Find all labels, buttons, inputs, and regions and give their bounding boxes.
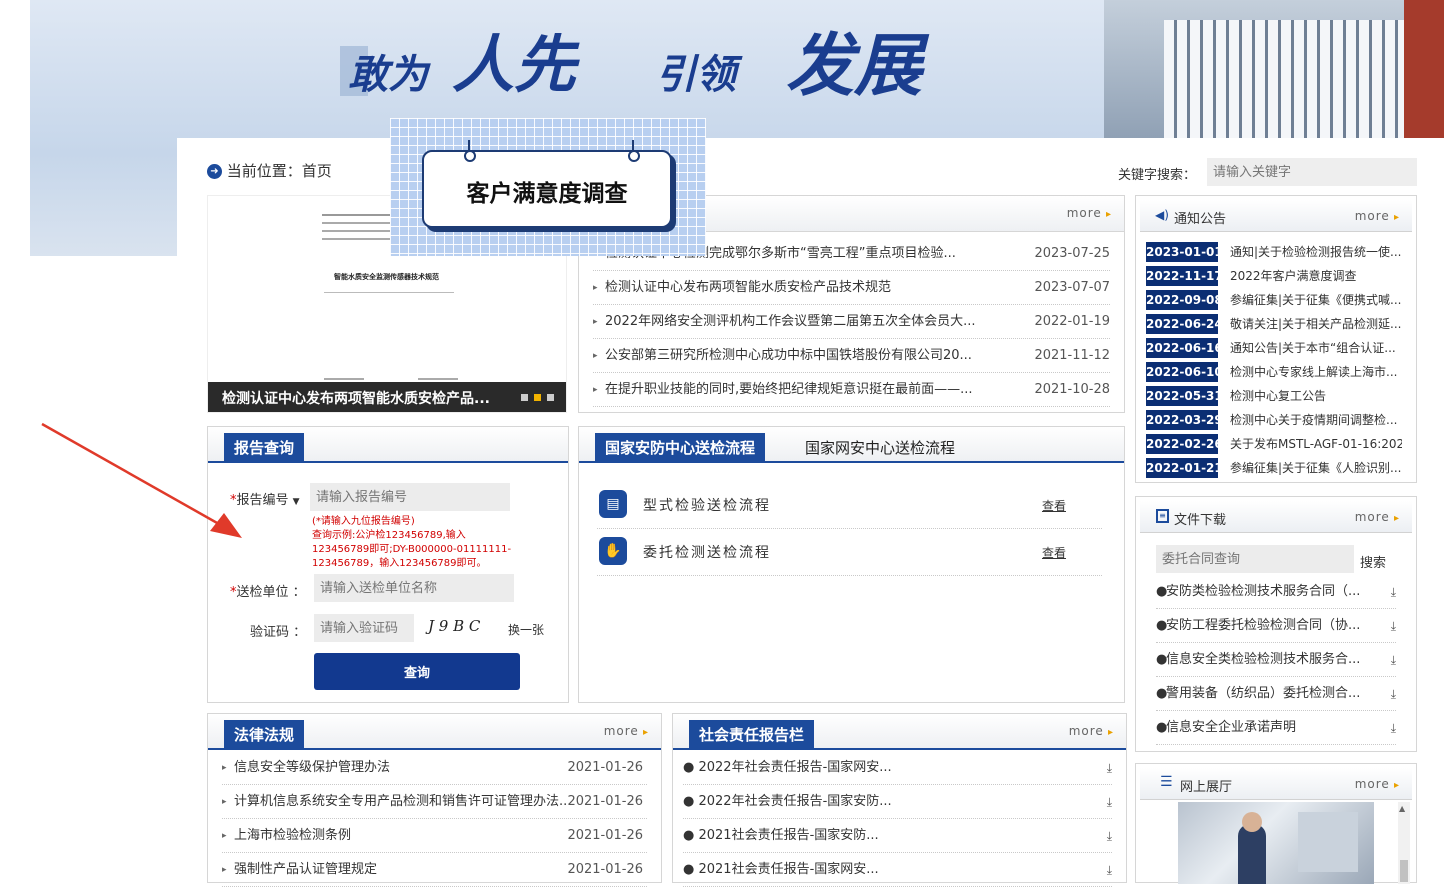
unit-label: *送检单位 ： bbox=[230, 585, 306, 600]
social-item[interactable]: ● 2021社会责任报告-国家安防... ⤓ bbox=[683, 819, 1112, 853]
exhibition-title: 网上展厅 bbox=[1180, 780, 1233, 795]
clipboard-icon: ▤ bbox=[599, 490, 627, 518]
slide-caption[interactable]: 检测认证中心发布两项智能水质安检产品... bbox=[222, 388, 490, 408]
report-submit-button[interactable]: 查询 bbox=[314, 653, 520, 690]
speaker-icon: ◀) bbox=[1155, 208, 1169, 222]
download-item[interactable]: ● 信息安全企业承诺声明 ⤓ bbox=[1156, 711, 1396, 745]
flow-view-link[interactable]: 查看 bbox=[1042, 544, 1066, 561]
flow-item[interactable]: ✋ 委托检测送检流程 查看 bbox=[597, 529, 1102, 576]
slide-dot-2[interactable] bbox=[534, 394, 541, 401]
captcha-refresh-link[interactable]: 换一张 bbox=[508, 621, 544, 638]
law-item[interactable]: 信息安全等级保护管理办法2021-01-26 bbox=[222, 751, 647, 785]
download-icon: ⤓ bbox=[1106, 795, 1112, 809]
slide-caption-bar: 检测认证中心发布两项智能水质安检产品... bbox=[208, 382, 566, 412]
social-item[interactable]: ● 2022年社会责任报告-国家网安... ⤓ bbox=[683, 751, 1112, 785]
notice-panel: ◀) 通知公告 more 2023-01-01通知|关于检验检测报告统一使...… bbox=[1135, 195, 1417, 483]
contract-search-input[interactable] bbox=[1156, 545, 1354, 573]
slide-doc-title: 智能水质安全监测传感器技术规范 bbox=[334, 273, 439, 281]
law-item[interactable]: 上海市检验检测条例2021-01-26 bbox=[222, 819, 647, 853]
download-panel: ≡ 文件下载 more 搜索 ●安防类检验检测技术服务合同（...⤓ ●安防工程… bbox=[1135, 496, 1417, 752]
download-icon: ⤓ bbox=[1390, 687, 1396, 701]
file-icon: ≡ bbox=[1156, 509, 1169, 523]
notice-item[interactable]: 2022-09-08 参编征集|关于征集《便携式喊... bbox=[1146, 290, 1402, 314]
social-title: 社会责任报告栏 bbox=[689, 720, 815, 750]
slogan-word-2: 人先 bbox=[452, 28, 577, 101]
flow-panel: 国家安防中心送检流程 国家网安中心送检流程 ▤ 型式检验送检流程 查看 ✋ 委托… bbox=[578, 426, 1125, 703]
slogan-word-1: 敢为 bbox=[348, 51, 428, 98]
notice-more-link[interactable]: more bbox=[1355, 209, 1400, 223]
location-icon: ➜ bbox=[207, 164, 222, 179]
report-number-input[interactable] bbox=[310, 483, 510, 511]
captcha-image: J 9 B C bbox=[428, 617, 481, 635]
exhibition-panel: ☰ 网上展厅 more ▲ bbox=[1135, 763, 1417, 884]
contract-search-button[interactable]: 搜索 bbox=[1360, 552, 1386, 571]
download-icon: ⤓ bbox=[1106, 829, 1112, 843]
download-icon: ⤓ bbox=[1390, 721, 1396, 735]
tab-cyber-flow[interactable]: 国家网安中心送检流程 bbox=[805, 437, 955, 458]
exhibition-scrollbar[interactable]: ▲ bbox=[1398, 802, 1410, 884]
annotation-arrow bbox=[41, 422, 242, 538]
breadcrumb: ➜ 当前位置：首页 bbox=[207, 160, 332, 181]
news-more-link[interactable]: more bbox=[1067, 206, 1112, 220]
search-label: 关键字搜索： bbox=[1118, 168, 1197, 183]
download-icon: ⤓ bbox=[1390, 653, 1396, 667]
handshake-icon: ✋ bbox=[599, 537, 627, 565]
captcha-label: 验证码 ： bbox=[250, 625, 307, 640]
notice-title: 通知公告 bbox=[1174, 212, 1227, 227]
search-input[interactable] bbox=[1207, 158, 1417, 186]
slogan-word-3: 引领 bbox=[656, 51, 736, 98]
flow-item[interactable]: ▤ 型式检验送检流程 查看 bbox=[597, 482, 1102, 529]
exhibition-photo[interactable] bbox=[1178, 802, 1374, 884]
download-icon: ⤓ bbox=[1390, 619, 1396, 633]
notice-item[interactable]: 2022-01-21 参编征集|关于征集《人脸识别... bbox=[1146, 458, 1402, 482]
slide-dot-3[interactable] bbox=[547, 394, 554, 401]
download-more-link[interactable]: more bbox=[1355, 510, 1400, 524]
unit-input[interactable] bbox=[314, 574, 514, 602]
tab-security-flow[interactable]: 国家安防中心送检流程 bbox=[595, 433, 766, 463]
social-item[interactable]: ● 2022年社会责任报告-国家安防... ⤓ bbox=[683, 785, 1112, 819]
news-item[interactable]: 公安部第三研究所检测中心成功中标中国铁塔股份有限公司20...2021-11-1… bbox=[593, 339, 1110, 373]
download-title: 文件下载 bbox=[1174, 513, 1227, 528]
notice-item[interactable]: 2022-06-10 检测中心专家线上解读上海市... bbox=[1146, 362, 1402, 386]
notice-item[interactable]: 2023-01-01 通知|关于检验检测报告统一使... bbox=[1146, 242, 1402, 266]
dropdown-caret-icon: ▼ bbox=[292, 497, 300, 507]
download-item[interactable]: ● 信息安全类检验检测技术服务合... ⤓ bbox=[1156, 643, 1396, 677]
news-item[interactable]: 在提升职业技能的同时,要始终把纪律规矩意识挺在最前面——...2021-10-2… bbox=[593, 373, 1110, 407]
survey-popup-card[interactable]: 客户满意度调查 bbox=[422, 140, 672, 228]
download-icon: ⤓ bbox=[1106, 761, 1112, 775]
laws-more-link[interactable]: more bbox=[604, 724, 649, 738]
download-item[interactable]: ● 警用装备（纺织品）委托检测合... ⤓ bbox=[1156, 677, 1396, 711]
social-panel: 社会责任报告栏 more ● 2022年社会责任报告-国家网安...⤓ ● 20… bbox=[672, 713, 1127, 887]
notice-item[interactable]: 2022-06-24 敬请关注|关于相关产品检测延... bbox=[1146, 314, 1402, 338]
law-item[interactable]: 计算机信息系统安全专用产品检测和销售许可证管理办法...2021-01-26 bbox=[222, 785, 647, 819]
list-icon: ☰ bbox=[1160, 774, 1173, 790]
notice-item[interactable]: 2022-02-26 关于发布MSTL-AGF-01-16:202... bbox=[1146, 434, 1402, 458]
slogan-word-4: 发展 bbox=[786, 26, 923, 106]
social-item[interactable]: ● 2021社会责任报告-国家网安... ⤓ bbox=[683, 853, 1112, 887]
notice-item[interactable]: 2022-11-17 2022年客户满意度调查 bbox=[1146, 266, 1402, 290]
news-item[interactable]: 2022年网络安全测评机构工作会议暨第二届第五次全体会员大...2022-01-… bbox=[593, 305, 1110, 339]
notice-item[interactable]: 2022-06-16 通知公告|关于本市“组合认证... bbox=[1146, 338, 1402, 362]
survey-popup[interactable]: 客户满意度调查 bbox=[390, 118, 706, 256]
notice-item[interactable]: 2022-05-31 检测中心复工公告 bbox=[1146, 386, 1402, 410]
laws-title: 法律法规 bbox=[224, 720, 305, 750]
news-item[interactable]: 检测认证中心发布两项智能水质安检产品技术规范2023-07-07 bbox=[593, 271, 1110, 305]
flow-view-link[interactable]: 查看 bbox=[1042, 497, 1066, 514]
laws-panel: 法律法规 more 信息安全等级保护管理办法2021-01-26 计算机信息系统… bbox=[207, 713, 662, 887]
download-item[interactable]: ● 安防类检验检测技术服务合同（... ⤓ bbox=[1156, 575, 1396, 609]
exhibition-more-link[interactable]: more bbox=[1355, 777, 1400, 791]
download-icon: ⤓ bbox=[1390, 585, 1396, 599]
social-more-link[interactable]: more bbox=[1069, 724, 1114, 738]
download-icon: ⤓ bbox=[1106, 863, 1112, 877]
building-image bbox=[1104, 0, 1444, 140]
download-item[interactable]: ● 安防工程委托检验检测合同（协... ⤓ bbox=[1156, 609, 1396, 643]
law-item[interactable]: 强制性产品认证管理规定2021-01-26 bbox=[222, 853, 647, 887]
notice-item[interactable]: 2022-03-29 检测中心关于疫情期间调整检... bbox=[1146, 410, 1402, 434]
slide-dot-1[interactable] bbox=[521, 394, 528, 401]
survey-popup-title[interactable]: 客户满意度调查 bbox=[424, 174, 670, 208]
captcha-input[interactable] bbox=[314, 614, 414, 642]
report-hint: (*请输入九位报告编号) 查询示例:公沪检123456789,输入 123456… bbox=[312, 516, 512, 569]
